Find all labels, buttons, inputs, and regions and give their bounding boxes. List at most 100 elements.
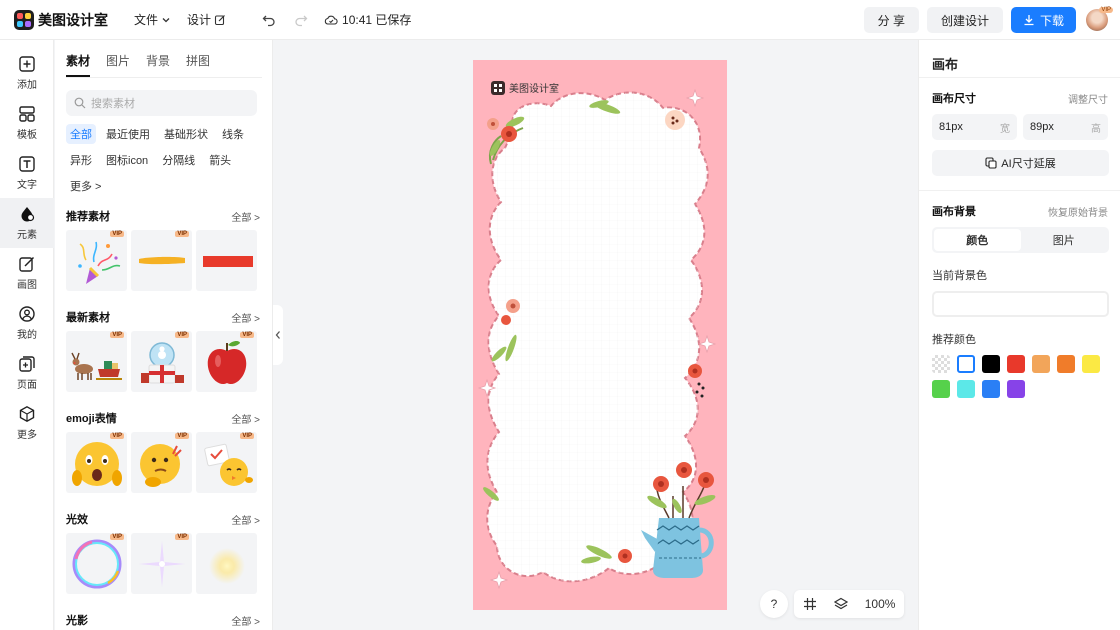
see-all-link[interactable]: 全部 >	[231, 512, 260, 527]
plus-square-icon	[19, 56, 35, 72]
left-rail: 添加 模板 文字 元素 画图 我的 页面 更多	[0, 40, 54, 630]
section-light-effects: 光效 全部 >	[66, 511, 260, 527]
chip-irregular[interactable]: 异形	[66, 150, 96, 170]
section-title: 推荐素材	[66, 211, 110, 223]
width-input[interactable]: 81px 宽	[932, 114, 1017, 140]
zoom-level[interactable]: 100%	[865, 597, 896, 611]
rail-item-add[interactable]: 添加	[0, 48, 54, 98]
tab-image[interactable]: 图片	[1021, 229, 1108, 251]
height-input[interactable]: 89px 高	[1023, 114, 1108, 140]
rail-item-draw[interactable]: 画图	[0, 248, 54, 298]
swatch-blue[interactable]	[982, 380, 1000, 398]
bubble-ring-thumb[interactable]: VIP	[66, 533, 127, 594]
menu-file[interactable]: 文件	[134, 11, 171, 28]
help-button[interactable]: ?	[760, 590, 788, 618]
chip-dividers[interactable]: 分隔线	[158, 150, 199, 170]
ai-expand-icon	[985, 157, 997, 169]
redo-icon[interactable]	[294, 13, 308, 27]
search-icon	[74, 97, 86, 109]
share-button[interactable]: 分 享	[863, 7, 919, 33]
rail-item-elements[interactable]: 元素	[0, 198, 54, 248]
chip-icons[interactable]: 图标icon	[102, 150, 152, 170]
size-inputs: 81px 宽 89px 高	[932, 114, 1120, 140]
see-all-link[interactable]: 全部 >	[231, 613, 260, 628]
soft-glow-thumb[interactable]	[196, 533, 257, 594]
menu-design[interactable]: 设计	[187, 11, 226, 28]
ai-resize-button[interactable]: AI尺寸延展	[932, 150, 1109, 176]
shocked-emoji-thumb[interactable]: VIP	[66, 432, 127, 493]
tab-backgrounds[interactable]: 背景	[146, 52, 170, 77]
section-title: 光影	[66, 615, 88, 627]
swatch-purple[interactable]	[1007, 380, 1025, 398]
search-placeholder: 搜索素材	[91, 98, 135, 110]
avatar[interactable]: VIP	[1086, 7, 1113, 31]
see-all-link[interactable]: 全部 >	[231, 310, 260, 325]
reset-bg-link[interactable]: 恢复原始背景	[1048, 204, 1108, 219]
vip-badge: VIP	[175, 433, 189, 439]
rail-item-template[interactable]: 模板	[0, 98, 54, 148]
resize-link[interactable]: 调整尺寸	[1068, 91, 1108, 106]
vip-badge: VIP	[240, 332, 254, 338]
swatch-red[interactable]	[1007, 355, 1025, 373]
chip-arrows[interactable]: 箭头	[205, 150, 235, 170]
red-bar-icon	[202, 255, 253, 267]
snow-globe-gift-thumb[interactable]: VIP	[131, 331, 192, 392]
chip-all[interactable]: 全部	[66, 124, 96, 144]
chip-recent[interactable]: 最近使用	[102, 124, 154, 144]
pencil-icon	[19, 256, 35, 272]
swatch-cyan[interactable]	[957, 380, 975, 398]
rail-item-mine[interactable]: 我的	[0, 298, 54, 348]
vip-badge: VIP	[110, 534, 124, 540]
user-icon	[19, 306, 35, 322]
app-name: 美图设计室	[38, 11, 108, 28]
yellow-brush-stroke-thumb[interactable]: VIP	[131, 230, 192, 291]
layers-icon[interactable]	[833, 597, 848, 611]
swatch-yellow[interactable]	[1082, 355, 1100, 373]
swatch-green[interactable]	[932, 380, 950, 398]
reindeer-sleigh-thumb[interactable]: VIP	[66, 331, 127, 392]
top-menu: 文件 设计	[134, 11, 242, 28]
menu-file-label: 文件	[134, 13, 159, 27]
chick-emoji-thumb[interactable]: VIP	[196, 432, 257, 493]
thinking-emoji-thumb[interactable]: VIP	[131, 432, 192, 493]
artboard-logo[interactable]: 美图设计室	[491, 80, 559, 95]
chevron-left-icon	[275, 331, 280, 339]
section-title: 最新素材	[66, 312, 110, 324]
shapes-icon	[21, 207, 35, 222]
rail-item-text[interactable]: 文字	[0, 148, 54, 198]
red-bar-thumb[interactable]	[196, 230, 257, 291]
chip-basic-shapes[interactable]: 基础形状	[160, 124, 212, 144]
chip-lines[interactable]: 线条	[218, 124, 248, 144]
grid-icon[interactable]	[803, 597, 817, 611]
app-logo[interactable]: 美图设计室	[14, 9, 108, 30]
chip-more[interactable]: 更多 >	[66, 176, 105, 196]
current-color-field[interactable]	[932, 291, 1109, 317]
rail-item-more[interactable]: 更多	[0, 398, 54, 448]
download-button[interactable]: 下载	[1010, 7, 1076, 33]
rail-label: 文字	[17, 180, 37, 191]
tab-color[interactable]: 颜色	[934, 229, 1021, 251]
swatch-light-orange[interactable]	[1032, 355, 1050, 373]
swatch-white[interactable]	[957, 355, 975, 373]
see-all-link[interactable]: 全部 >	[231, 209, 260, 224]
tab-materials[interactable]: 素材	[66, 52, 91, 77]
vip-badge: VIP	[175, 231, 189, 237]
swatch-orange[interactable]	[1057, 355, 1075, 373]
create-design-button[interactable]: 创建设计	[926, 7, 1003, 33]
collapse-panel-button[interactable]	[273, 305, 283, 365]
panel-tabs: 素材 图片 背景 拼图	[66, 52, 262, 78]
see-all-link[interactable]: 全部 >	[231, 411, 260, 426]
red-apple-thumb[interactable]: VIP	[196, 331, 257, 392]
tab-collage[interactable]: 拼图	[186, 52, 210, 77]
undo-icon[interactable]	[262, 13, 276, 27]
apple-icon	[207, 340, 246, 384]
vip-badge: VIP	[175, 534, 189, 540]
rail-item-page[interactable]: 页面	[0, 348, 54, 398]
canvas-artboard[interactable]: 美图设计室	[473, 60, 727, 610]
search-input[interactable]: 搜索素材	[66, 90, 257, 116]
swatch-black[interactable]	[982, 355, 1000, 373]
swatch-transparent[interactable]	[932, 355, 950, 373]
party-popper-thumb[interactable]: VIP	[66, 230, 127, 291]
tab-images[interactable]: 图片	[106, 52, 130, 77]
star-sparkle-thumb[interactable]: VIP	[131, 533, 192, 594]
